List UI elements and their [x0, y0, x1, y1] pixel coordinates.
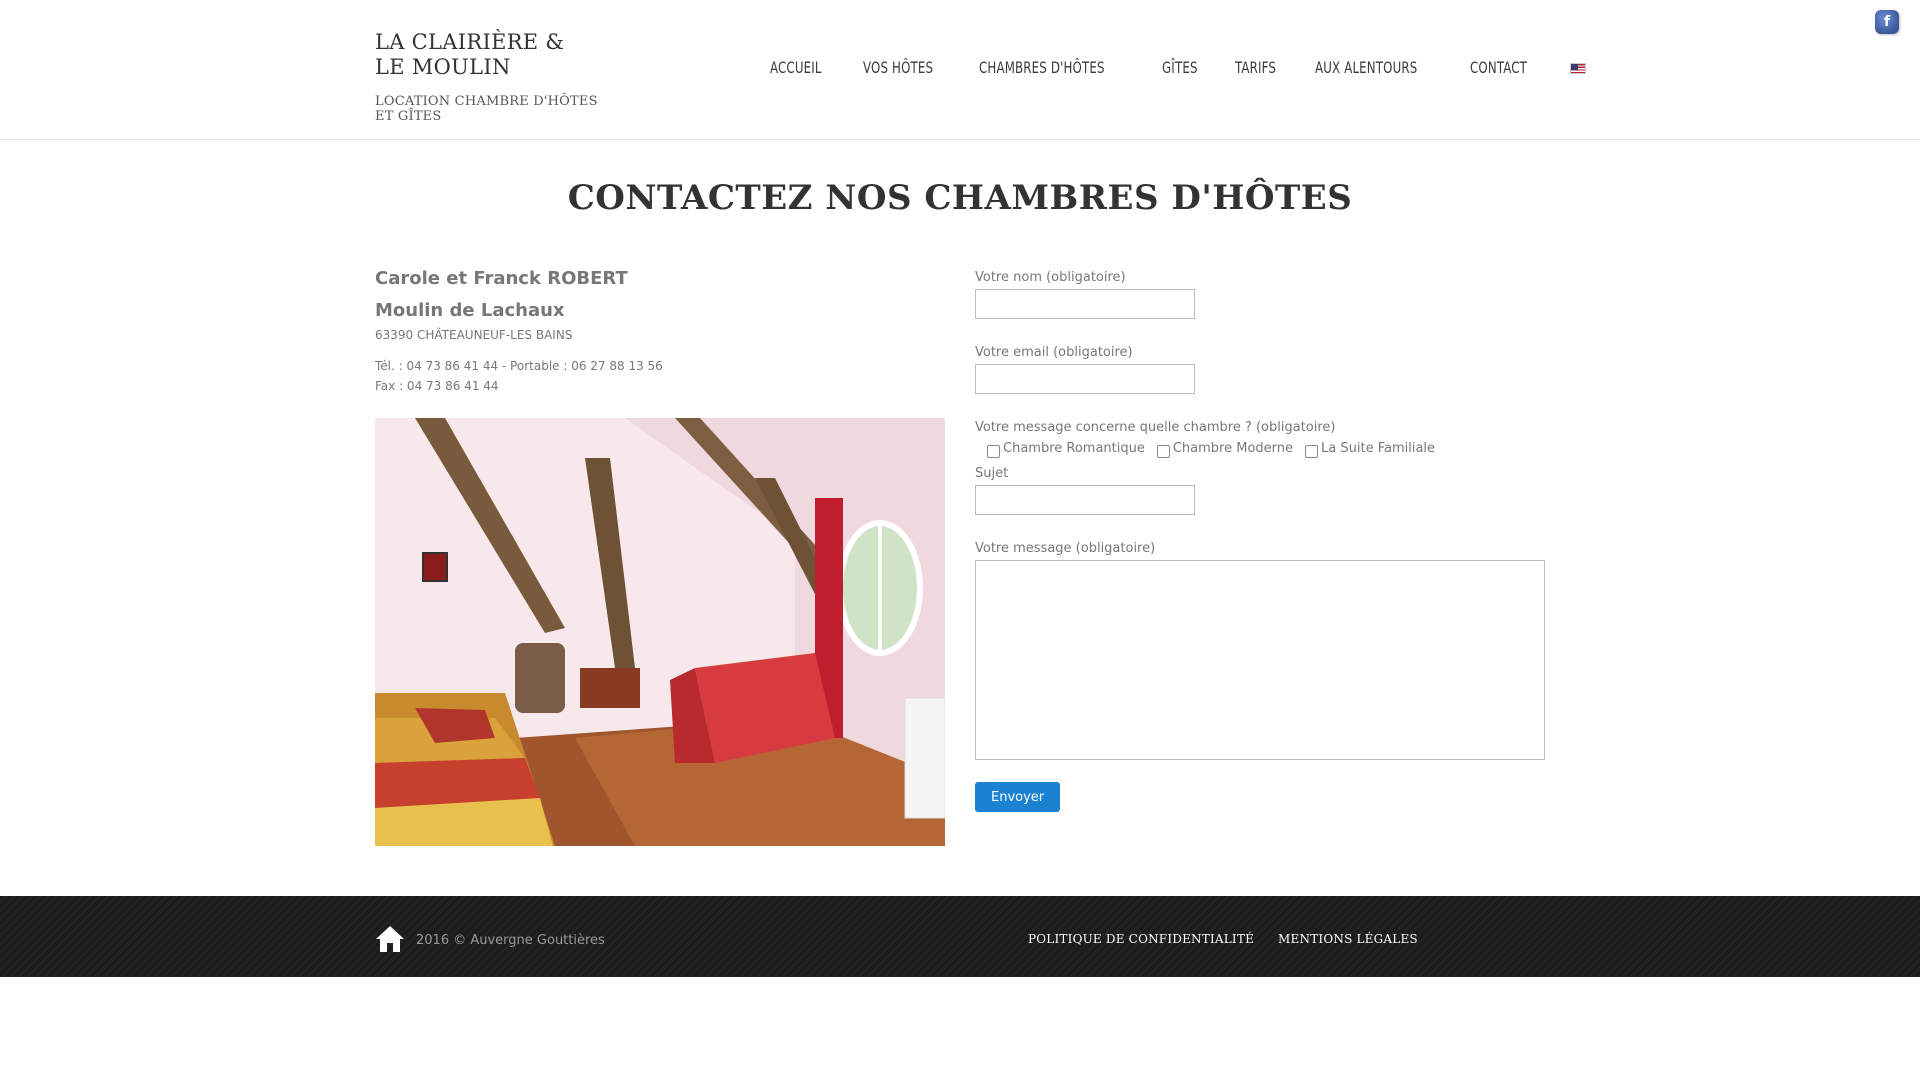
brand-title-line2[interactable]: LE MOULIN — [375, 55, 615, 80]
nav-item-gites[interactable]: GÎTES — [1162, 58, 1198, 77]
contact-address: 63390 CHÂTEAUNEUF-LES BAINS — [375, 328, 573, 342]
footer-link-legal[interactable]: MENTIONS LÉGALES — [1278, 932, 1418, 946]
english-flag-icon[interactable] — [1569, 63, 1586, 74]
contact-info: Carole et Franck ROBERT Moulin de Lachau… — [375, 268, 945, 396]
name-input[interactable] — [975, 289, 1195, 319]
site-header: LA CLAIRIÈRE & LE MOULIN LOCATION CHAMBR… — [0, 0, 1920, 140]
nav-item-tarifs[interactable]: TARIFS — [1235, 58, 1276, 77]
room-option-label: Chambre Moderne — [1172, 441, 1294, 456]
email-label: Votre email (obligatoire) — [975, 345, 1133, 360]
checkbox-romantique[interactable] — [987, 445, 1000, 458]
subject-label: Sujet — [975, 466, 1009, 481]
bedroom-illustration — [375, 418, 945, 846]
message-label: Votre message (obligatoire) — [975, 541, 1156, 556]
room-label: Votre message concerne quelle chambre ? … — [975, 420, 1336, 435]
bedroom-photo — [375, 418, 945, 846]
room-option-label: La Suite Familiale — [1321, 441, 1436, 456]
nav-item-contact[interactable]: CONTACT — [1470, 58, 1527, 77]
message-textarea[interactable] — [975, 560, 1545, 760]
room-field-group: Votre message concerne quelle chambre ? … — [975, 420, 1545, 458]
footer-links: POLITIQUE DE CONFIDENTIALITÉ MENTIONS LÉ… — [1028, 932, 1442, 946]
nav-item-chambres[interactable]: CHAMBRES D'HÔTES — [979, 58, 1105, 77]
room-option-label: Chambre Romantique — [1003, 441, 1145, 456]
room-option-suite[interactable]: La Suite Familiale — [1305, 441, 1435, 458]
nav-item-alentours[interactable]: AUX ALENTOURS — [1315, 58, 1417, 77]
email-input[interactable] — [975, 364, 1195, 394]
room-option-romantique[interactable]: Chambre Romantique — [987, 441, 1145, 458]
footer-link-privacy[interactable]: POLITIQUE DE CONFIDENTIALITÉ — [1028, 932, 1254, 946]
subject-field-group: Sujet — [975, 466, 1545, 515]
brand[interactable]: LA CLAIRIÈRE & LE MOULIN LOCATION CHAMBR… — [375, 30, 615, 124]
checkbox-suite[interactable] — [1305, 445, 1319, 458]
brand-title-line1[interactable]: LA CLAIRIÈRE & — [375, 30, 615, 55]
home-icon[interactable] — [375, 924, 405, 954]
contact-place: Moulin de Lachaux — [375, 300, 565, 321]
site-footer: 2016 © Auvergne Gouttières POLITIQUE DE … — [0, 896, 1920, 977]
main-nav: ACCUEIL VOS HÔTES CHAMBRES D'HÔTES GÎTES… — [770, 58, 1586, 77]
message-field-group: Votre message (obligatoire) — [975, 541, 1545, 760]
room-option-moderne[interactable]: Chambre Moderne — [1156, 441, 1294, 458]
nav-item-vos-hotes[interactable]: VOS HÔTES — [863, 58, 933, 77]
email-field-group: Votre email (obligatoire) — [975, 345, 1545, 394]
subject-input[interactable] — [975, 485, 1195, 515]
brand-tagline: LOCATION CHAMBRE D'HÔTES ET GÎTES — [375, 94, 598, 124]
facebook-icon[interactable]: f — [1875, 10, 1899, 34]
brand-title[interactable]: LA CLAIRIÈRE & LE MOULIN — [375, 30, 615, 80]
room-checkbox-group: Chambre Romantique Chambre Moderne La Su… — [975, 441, 1545, 458]
contact-name: Carole et Franck ROBERT — [375, 268, 628, 289]
send-button[interactable]: Envoyer — [975, 782, 1061, 812]
name-label: Votre nom (obligatoire) — [975, 270, 1126, 285]
contact-phone-block: Tél. : 04 73 86 41 44 - Portable : 06 27… — [375, 356, 945, 396]
page-title: CONTACTEZ NOS CHAMBRES D'HÔTES — [567, 178, 1353, 218]
checkbox-moderne[interactable] — [1156, 445, 1170, 458]
contact-phone: Tél. : 04 73 86 41 44 - Portable : 06 27… — [375, 359, 663, 373]
footer-copyright: 2016 © Auvergne Gouttières — [416, 933, 605, 948]
contact-fax: Fax : 04 73 86 41 44 — [375, 379, 499, 393]
name-field-group: Votre nom (obligatoire) — [975, 270, 1545, 319]
contact-form: Votre nom (obligatoire) Votre email (obl… — [975, 270, 1545, 812]
nav-item-accueil[interactable]: ACCUEIL — [770, 58, 822, 77]
